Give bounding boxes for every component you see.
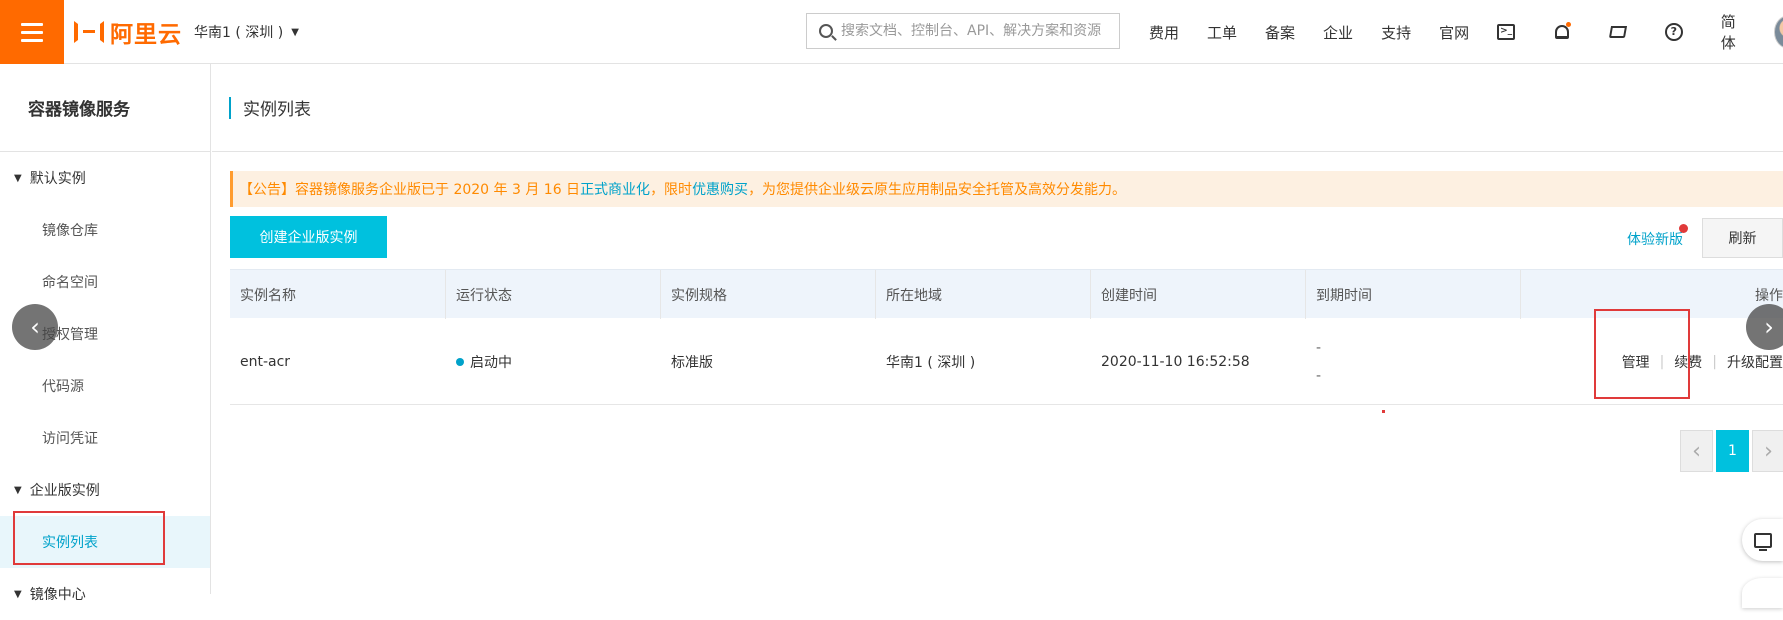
floating-button-partial[interactable] — [1742, 578, 1783, 608]
notifications-button[interactable] — [1553, 22, 1571, 42]
nav-billing[interactable]: 费用 — [1149, 22, 1179, 43]
highlight-box-sidebar — [13, 511, 165, 565]
notice-mid: ，限时 — [650, 182, 693, 198]
chevron-right-icon: › — [1764, 313, 1774, 341]
column-header-expiry: 到期时间 — [1306, 270, 1521, 319]
page-header: 实例列表 — [212, 64, 1783, 152]
try-new-version-link[interactable]: 体验新版 — [1627, 229, 1683, 249]
nav-icp-filing[interactable]: 备案 — [1265, 22, 1295, 43]
sidebar-group-default-instance[interactable]: ▼ 默认实例 — [0, 152, 210, 204]
sidebar-item-namespaces[interactable]: 命名空间 — [0, 256, 210, 308]
table-row: ent-acr 启动中 标准版 华南1 ( 深圳 ) 2020-11-10 16… — [230, 318, 1783, 405]
announcement-banner: 【公告】容器镜像服务企业版已于 2020 年 3 月 16 日 正式商业化 ，限… — [230, 171, 1783, 207]
upgrade-link[interactable]: 升级配置 — [1727, 352, 1783, 372]
pagination: ‹ 1 › — [1680, 430, 1783, 472]
aliyun-logo-icon — [74, 21, 104, 43]
highlight-box-manage — [1594, 309, 1690, 399]
floating-screen-button[interactable] — [1742, 519, 1783, 561]
column-header-spec: 实例规格 — [661, 270, 876, 319]
status-text: 启动中 — [470, 354, 512, 371]
monitor-icon — [1753, 532, 1772, 551]
nav-official-site[interactable]: 官网 — [1439, 22, 1469, 43]
top-nav-links: 费用 工单 备案 企业 支持 官网 >_ ? 简体 — [1149, 0, 1783, 64]
column-header-created: 创建时间 — [1091, 270, 1306, 319]
expiry-line: - — [1316, 339, 1322, 356]
refresh-button[interactable]: 刷新 — [1702, 218, 1783, 258]
expiry-line: - — [1316, 367, 1322, 384]
instance-name: ent-acr — [240, 353, 291, 370]
terminal-icon: >_ — [1497, 24, 1516, 40]
sidebar-group-label: 企业版实例 — [29, 483, 100, 499]
instance-created-time: 2020-11-10 16:52:58 — [1101, 353, 1250, 370]
instance-expiry: - - — [1306, 318, 1521, 405]
cart-button[interactable] — [1608, 22, 1627, 42]
top-navigation-bar: 阿里云 华南1 ( 深圳 ) ▼ 费用 工单 备案 企业 支持 官网 >_ ? … — [0, 0, 1783, 64]
help-icon: ? — [1664, 23, 1683, 41]
table-header: 实例名称 运行状态 实例规格 所在地域 创建时间 到期时间 操作 — [230, 269, 1783, 319]
instance-spec: 标准版 — [671, 354, 713, 371]
nav-tickets[interactable]: 工单 — [1207, 22, 1237, 43]
notice-link-discount[interactable]: 优惠购买 — [692, 179, 748, 199]
new-badge-dot — [1679, 224, 1688, 233]
hamburger-menu-button[interactable] — [0, 0, 64, 64]
sidebar-title: 容器镜像服务 — [0, 64, 210, 152]
create-enterprise-instance-button[interactable]: 创建企业版实例 — [230, 216, 387, 258]
region-label: 华南1 ( 深圳 ) — [194, 25, 284, 41]
status-dot-icon — [456, 357, 464, 366]
nav-support[interactable]: 支持 — [1381, 22, 1411, 43]
sidebar-group-enterprise-instance[interactable]: ▼ 企业版实例 — [0, 464, 210, 516]
sidebar-item-repositories[interactable]: 镜像仓库 — [0, 204, 210, 256]
notification-dot — [1565, 22, 1571, 27]
cart-icon — [1608, 26, 1627, 38]
notice-prefix: 【公告】容器镜像服务企业版已于 2020 年 3 月 16 日 — [239, 182, 581, 198]
search-input[interactable] — [841, 23, 1111, 39]
sidebar-item-code-source[interactable]: 代码源 — [0, 360, 210, 412]
logo-text: 阿里云 — [110, 22, 182, 48]
sidebar-item-access-credentials[interactable]: 访问凭证 — [0, 412, 210, 464]
caret-down-icon: ▼ — [14, 484, 22, 496]
column-header-status: 运行状态 — [446, 270, 661, 319]
sidebar-group-label: 镜像中心 — [29, 587, 86, 603]
carousel-prev-button[interactable]: ‹ — [12, 304, 58, 350]
column-header-region: 所在地域 — [876, 270, 1091, 319]
nav-enterprise[interactable]: 企业 — [1323, 22, 1353, 43]
prev-page-button[interactable]: ‹ — [1680, 430, 1713, 472]
global-search[interactable] — [806, 13, 1120, 49]
cloud-shell-button[interactable]: >_ — [1497, 22, 1516, 42]
instance-status: 启动中 — [446, 318, 661, 405]
language-switch[interactable]: 简体 — [1721, 11, 1748, 53]
action-separator: | — [1712, 353, 1717, 370]
chevron-left-icon: ‹ — [30, 313, 40, 341]
instance-table: 实例名称 运行状态 实例规格 所在地域 创建时间 到期时间 操作 ent-acr… — [230, 269, 1783, 405]
column-header-name: 实例名称 — [230, 270, 446, 319]
next-page-button[interactable]: › — [1752, 430, 1783, 472]
instance-region: 华南1 ( 深圳 ) — [886, 354, 976, 371]
page-title: 实例列表 — [243, 100, 311, 120]
sidebar-group-image-center[interactable]: ▼ 镜像中心 — [0, 568, 210, 620]
title-accent-bar — [229, 96, 231, 119]
region-selector[interactable]: 华南1 ( 深圳 ) ▼ — [194, 22, 299, 42]
caret-down-icon: ▼ — [14, 172, 22, 184]
caret-down-icon: ▼ — [291, 26, 299, 38]
red-marker — [1382, 410, 1385, 413]
bell-icon — [1555, 25, 1570, 39]
user-avatar[interactable] — [1773, 15, 1783, 49]
help-button[interactable]: ? — [1664, 22, 1683, 42]
aliyun-logo[interactable]: 阿里云 — [74, 16, 182, 48]
search-icon — [819, 24, 833, 38]
notice-suffix: ，为您提供企业级云原生应用制品安全托管及高效分发能力。 — [748, 182, 1127, 198]
sidebar-group-label: 默认实例 — [29, 171, 86, 187]
page-number-current[interactable]: 1 — [1716, 430, 1749, 472]
notice-link-commercial[interactable]: 正式商业化 — [580, 179, 650, 199]
caret-down-icon: ▼ — [14, 588, 22, 600]
